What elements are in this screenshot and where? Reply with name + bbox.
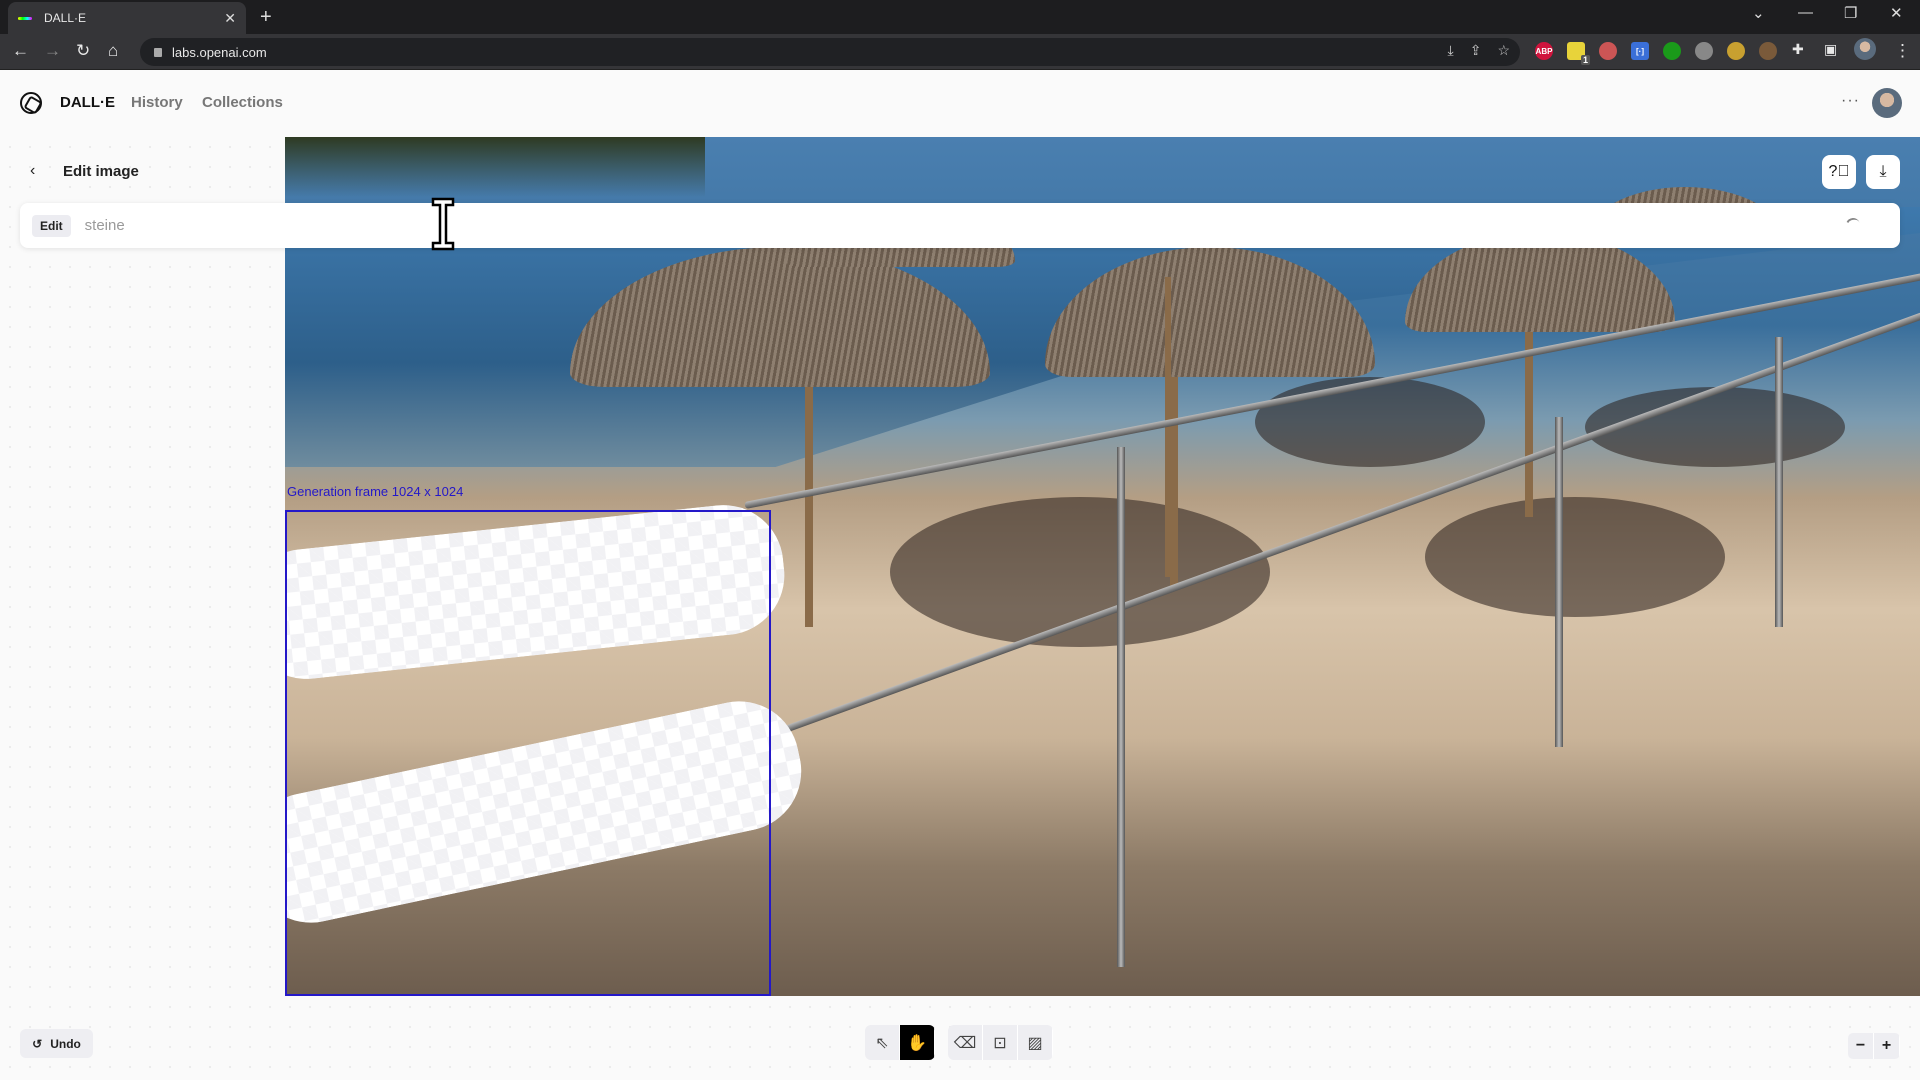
prompt-input[interactable]: [84, 217, 1685, 234]
download-button[interactable]: ⤓: [1866, 155, 1900, 189]
user-avatar[interactable]: [1872, 88, 1902, 118]
upload-image-button[interactable]: ▨: [1018, 1025, 1053, 1060]
nav-collections[interactable]: Collections: [202, 94, 283, 111]
undo-icon: ↺: [32, 1036, 43, 1051]
railing-post: [1555, 417, 1563, 747]
select-tool-button[interactable]: ⇖: [865, 1025, 900, 1060]
profile-avatar[interactable]: [1854, 38, 1876, 60]
tab-search-icon[interactable]: ⌄: [1752, 4, 1765, 22]
globe-ext-icon[interactable]: [1727, 42, 1745, 60]
umbrella-shadow: [1255, 377, 1485, 467]
download-ext-icon[interactable]: [1663, 42, 1681, 60]
lock-icon: [154, 47, 162, 57]
extension-badge: 1: [1580, 55, 1590, 65]
close-tab-icon[interactable]: ✕: [224, 10, 236, 27]
text-cursor-icon: [431, 197, 455, 251]
tab-title: DALL·E: [44, 11, 87, 25]
prompt-bar: Edit: [20, 203, 1900, 248]
home-icon[interactable]: ⌂: [108, 41, 118, 61]
loading-spinner-icon: [1844, 216, 1862, 234]
add-frame-button[interactable]: ⊡: [983, 1025, 1018, 1060]
abp-icon[interactable]: ABP: [1535, 42, 1553, 60]
install-icon[interactable]: ⤓: [1448, 42, 1454, 59]
browser-tabbar: DALL·E ✕ + ⌄ — ❐ ✕: [0, 0, 1920, 34]
browser-toolbar: ← → ↻ ⌂ labs.openai.com ⤓ ⇪ ☆ ABP 1 [·] ✚ …: [0, 34, 1920, 70]
eraser-icon: ⌫: [953, 1034, 977, 1052]
extensions-puzzle-icon[interactable]: ✚: [1792, 41, 1804, 58]
help-button[interactable]: ?⃝: [1822, 155, 1856, 189]
bookmark-star-icon[interactable]: ☆: [1497, 42, 1510, 59]
nav-history[interactable]: History: [131, 94, 183, 111]
bracket-ext-icon[interactable]: [·]: [1631, 42, 1649, 60]
undo-button[interactable]: ↺ Undo: [20, 1029, 93, 1058]
umbrella-shadow: [1425, 497, 1725, 617]
side-panel-icon[interactable]: ▣: [1824, 41, 1837, 58]
forward-icon[interactable]: →: [44, 41, 61, 61]
back-icon[interactable]: ←: [12, 41, 29, 61]
favicon-icon: [18, 16, 32, 20]
rainbow-ext-icon[interactable]: [1599, 42, 1617, 60]
chrome-menu-icon[interactable]: ⋮: [1894, 41, 1911, 61]
add-image-icon: ▨: [1027, 1034, 1043, 1052]
close-window-icon[interactable]: ✕: [1890, 4, 1903, 22]
pan-tool-button[interactable]: ✋: [900, 1025, 935, 1060]
new-tab-icon[interactable]: +: [260, 6, 272, 29]
share-icon[interactable]: ⇪: [1470, 42, 1482, 59]
more-options-icon[interactable]: ···: [1841, 92, 1860, 110]
nav-dalle[interactable]: DALL·E: [60, 94, 115, 111]
undo-label: Undo: [50, 1036, 81, 1051]
browser-tab[interactable]: DALL·E ✕: [8, 2, 246, 34]
pointer-icon: ⇖: [875, 1034, 889, 1052]
minimize-icon[interactable]: —: [1798, 4, 1813, 21]
app-header: DALL·E History Collections ···: [0, 70, 1920, 137]
camera-ext-icon[interactable]: [1695, 42, 1713, 60]
tool-group-navigation: ⇖ ✋: [865, 1025, 935, 1060]
edit-mode-chip: Edit: [32, 214, 71, 237]
tool-group-edit: ⌫ ⊡ ▨: [948, 1025, 1053, 1060]
help-icon: ?⃝: [1828, 163, 1850, 180]
reload-icon[interactable]: ↻: [76, 41, 90, 61]
zoom-controls: − +: [1848, 1033, 1900, 1059]
add-frame-icon: ⊡: [993, 1034, 1007, 1052]
yellow-ext-icon[interactable]: 1: [1567, 42, 1590, 65]
generation-frame[interactable]: [285, 510, 771, 996]
address-bar[interactable]: labs.openai.com: [140, 38, 1520, 66]
generation-frame-label: Generation frame 1024 x 1024: [287, 484, 464, 499]
umbrella-pole: [1525, 307, 1533, 517]
restore-icon[interactable]: ❐: [1844, 4, 1857, 22]
back-chevron-icon[interactable]: ‹: [30, 162, 35, 180]
download-icon: ⤓: [1879, 163, 1887, 180]
zoom-in-button[interactable]: +: [1874, 1033, 1900, 1059]
hand-icon: ✋: [907, 1034, 927, 1052]
railing-post: [1775, 337, 1783, 627]
tree-branches: [285, 137, 705, 197]
railing-post: [1117, 447, 1125, 967]
openai-logo-icon[interactable]: [20, 92, 42, 114]
zoom-out-button[interactable]: −: [1848, 1033, 1874, 1059]
url-text: labs.openai.com: [172, 44, 267, 60]
page-title: Edit image: [63, 163, 139, 180]
eraser-tool-button[interactable]: ⌫: [948, 1025, 983, 1060]
cookie-ext-icon[interactable]: [1759, 42, 1777, 60]
